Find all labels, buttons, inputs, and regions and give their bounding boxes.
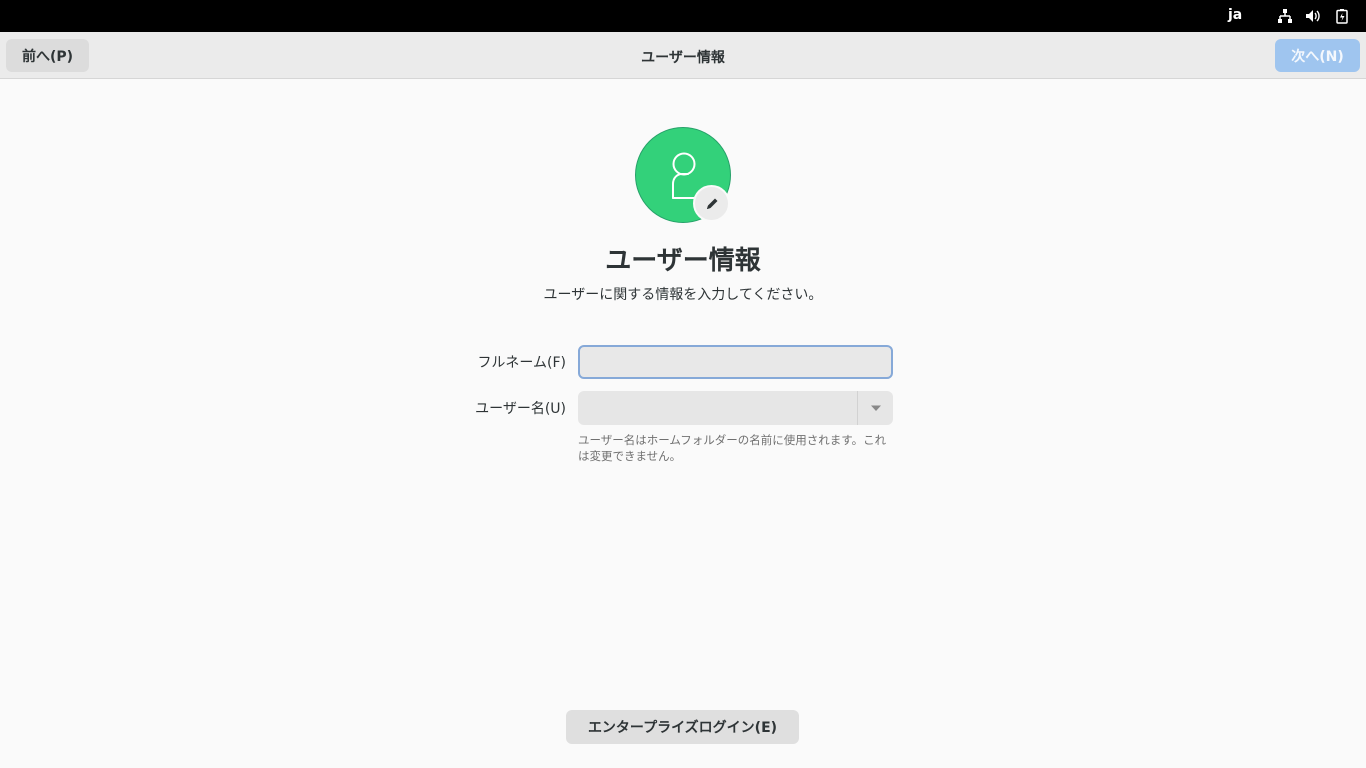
username-combobox[interactable] <box>578 391 893 425</box>
username-label: ユーザー名(U) <box>475 401 566 417</box>
input-language-indicator[interactable]: ja <box>1228 7 1242 23</box>
header-bar: 前へ(P) ユーザー情報 次へ(N) <box>0 32 1366 79</box>
pencil-icon <box>706 198 717 209</box>
page-title: ユーザー情報 <box>605 246 761 276</box>
network-wired-icon[interactable] <box>1277 8 1293 24</box>
username-input[interactable] <box>578 391 857 425</box>
battery-icon[interactable] <box>1334 8 1350 24</box>
edit-avatar-button[interactable] <box>693 185 730 222</box>
fullname-label: フルネーム(F) <box>477 355 566 371</box>
fullname-input[interactable] <box>578 345 893 379</box>
header-title: ユーザー情報 <box>641 50 725 66</box>
volume-icon[interactable] <box>1305 8 1321 24</box>
chevron-down-icon <box>870 405 881 411</box>
page-subtitle: ユーザーに関する情報を入力してください。 <box>543 287 823 303</box>
system-top-bar: ja <box>0 0 1366 32</box>
next-button[interactable]: 次へ(N) <box>1275 39 1360 72</box>
enterprise-login-button[interactable]: エンタープライズログイン(E) <box>566 710 799 744</box>
username-dropdown-button[interactable] <box>858 391 893 425</box>
username-hint: ユーザー名はホームフォルダーの名前に使用されます。これは変更できません。 <box>578 433 887 463</box>
